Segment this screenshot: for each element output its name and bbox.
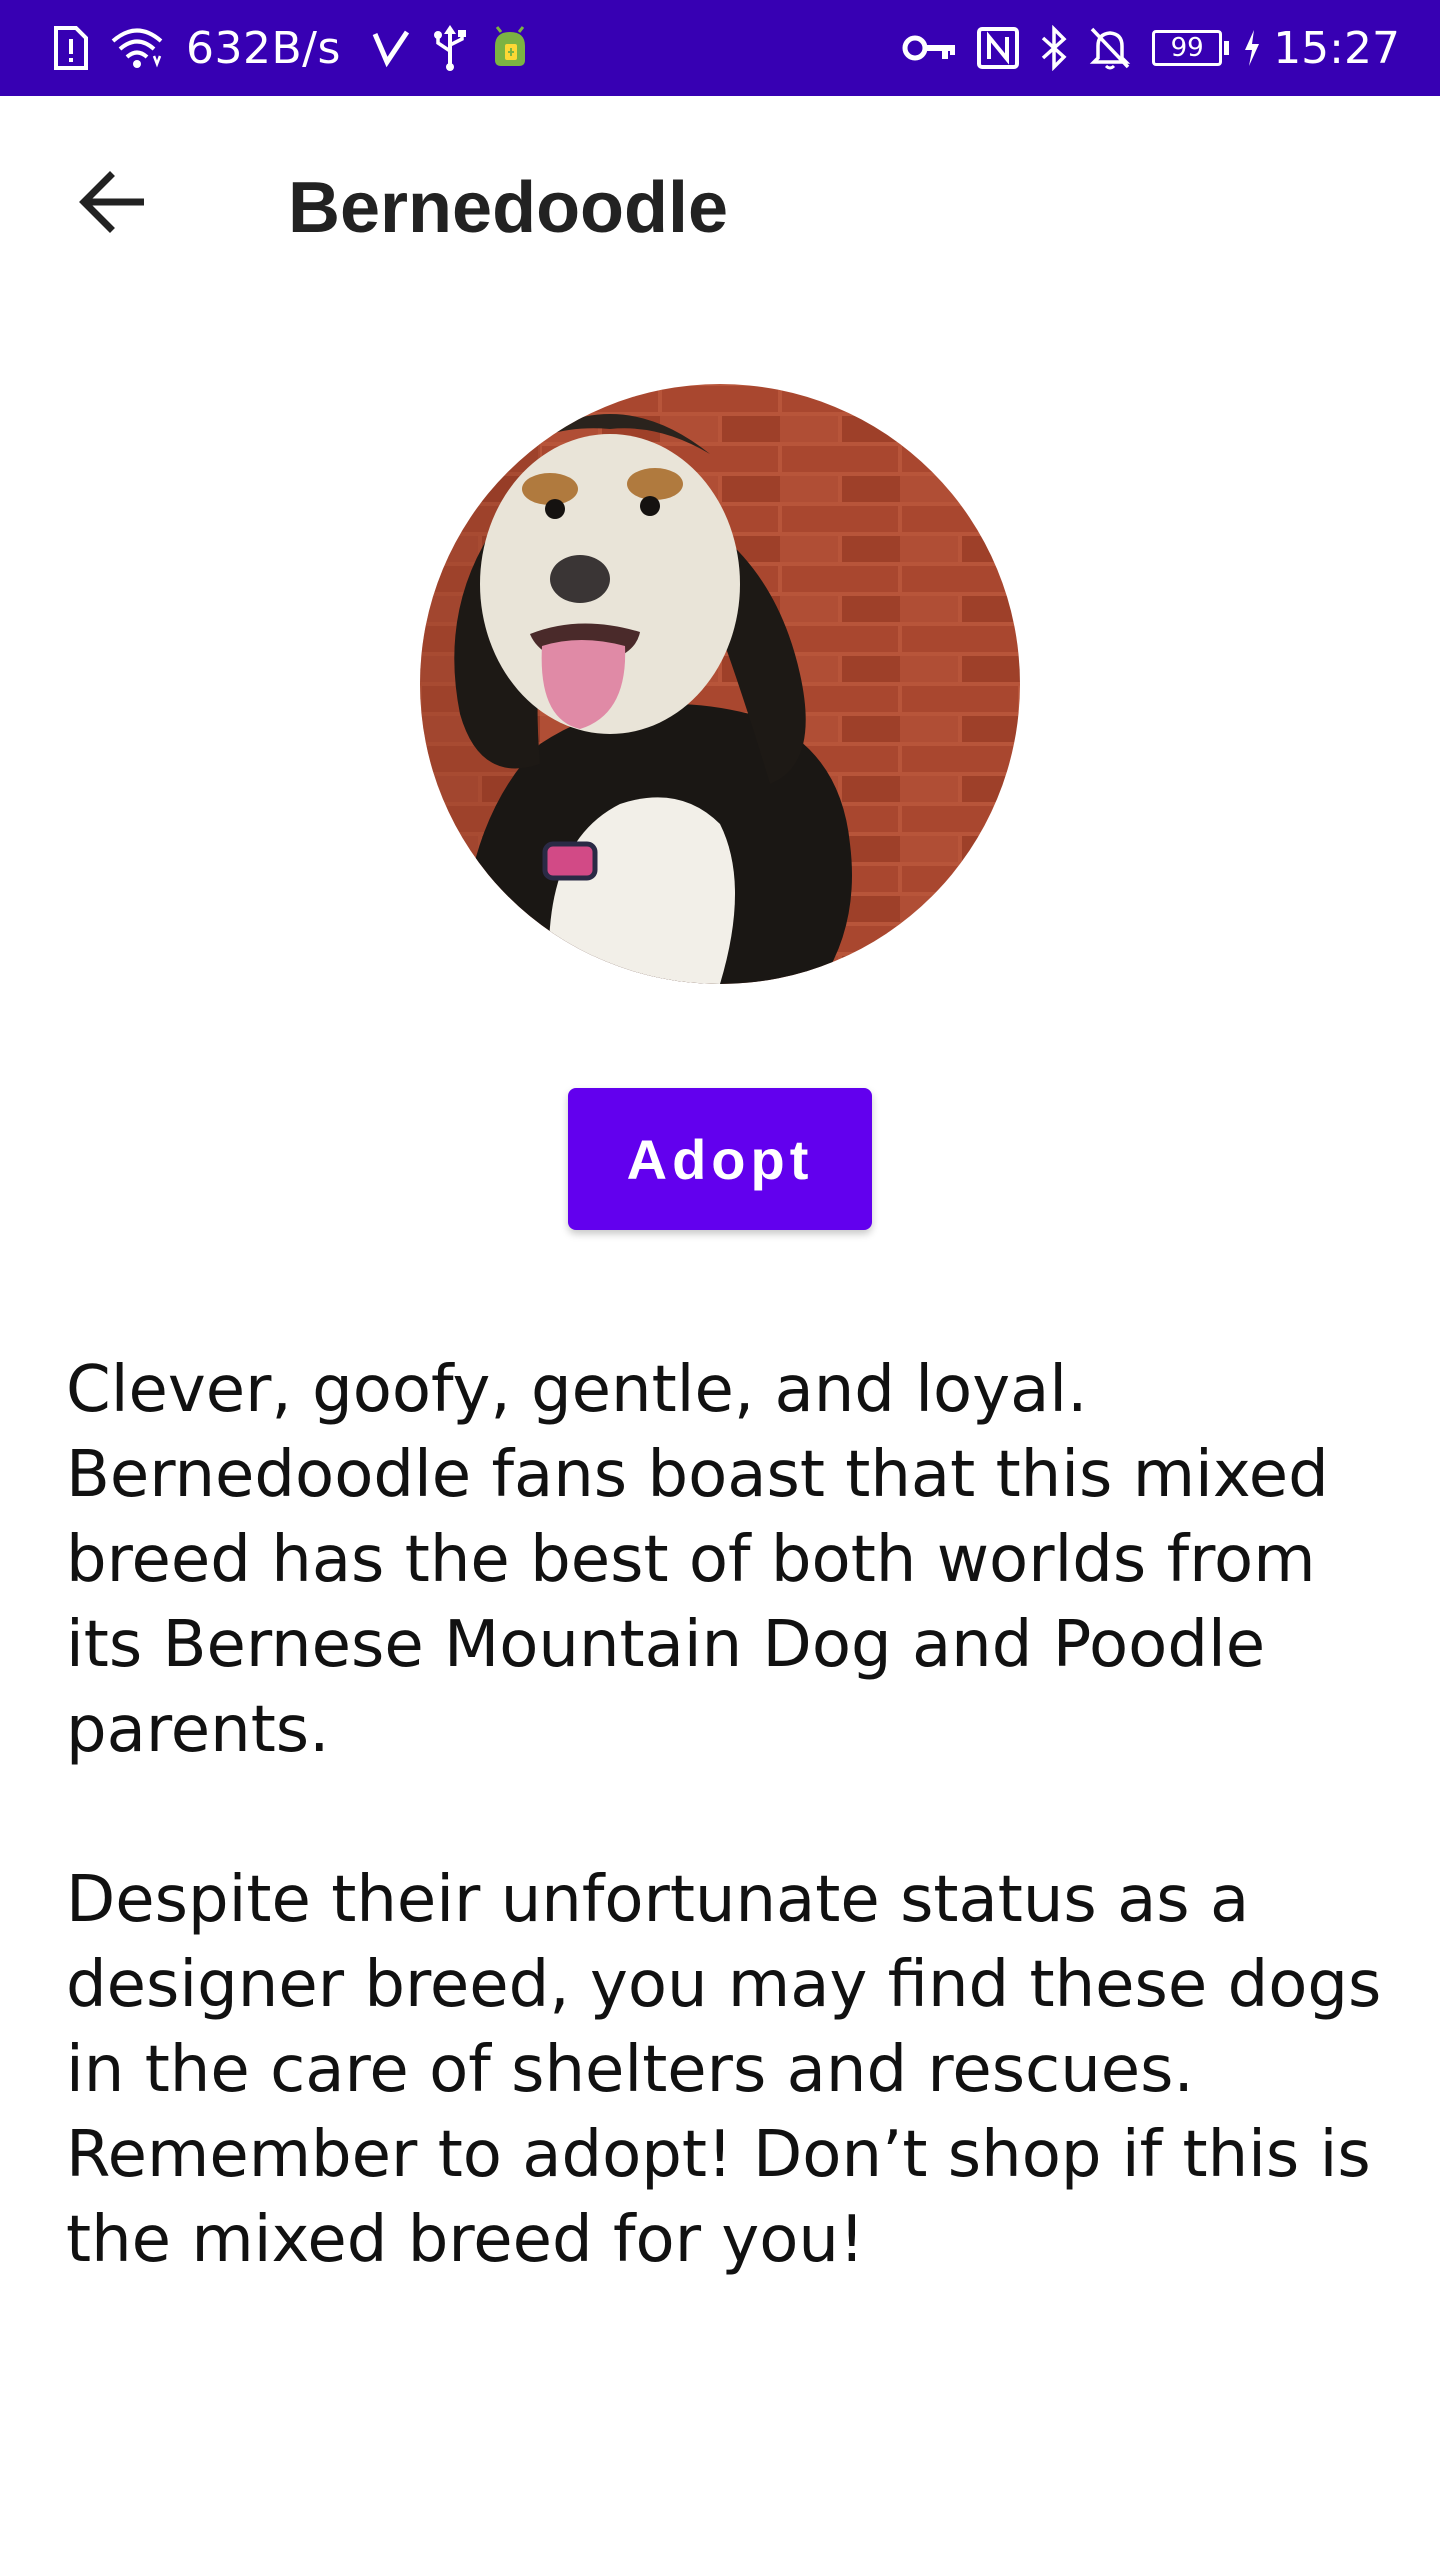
dog-photo: [420, 384, 1020, 984]
bluetooth-icon: [1040, 25, 1068, 71]
check-icon: [371, 28, 411, 68]
status-bar: 632B/s 99 15:27: [0, 0, 1440, 96]
adopt-button[interactable]: Adopt: [568, 1088, 872, 1230]
charging-icon: [1243, 28, 1261, 68]
battery-level: 99: [1152, 30, 1223, 66]
arrow-back-icon: [76, 170, 148, 239]
usb-icon: [433, 25, 467, 71]
network-speed: 632B/s: [186, 22, 341, 74]
wifi-icon: [110, 26, 164, 70]
breed-description: Clever, goofy, gentle, and loyal. Berned…: [66, 1348, 1386, 2368]
notifications-off-icon: [1088, 25, 1132, 71]
description-paragraph: Despite their unfortunate status as a de…: [66, 1863, 1382, 2277]
clock: 15:27: [1273, 22, 1400, 74]
battery-icon: 99: [1152, 30, 1230, 66]
app-bar: Bernedoodle: [0, 96, 1440, 328]
sim-alert-icon: [52, 26, 88, 70]
back-button[interactable]: [64, 156, 160, 252]
android-debug-icon: [489, 26, 531, 70]
nfc-icon: [976, 26, 1020, 70]
page-title: Bernedoodle: [288, 168, 729, 248]
status-bar-left: 632B/s: [52, 23, 553, 74]
key-icon: [902, 33, 956, 63]
status-bar-right: 99 15:27: [902, 23, 1400, 74]
description-paragraph: Clever, goofy, gentle, and loyal. Berned…: [66, 1353, 1329, 1767]
